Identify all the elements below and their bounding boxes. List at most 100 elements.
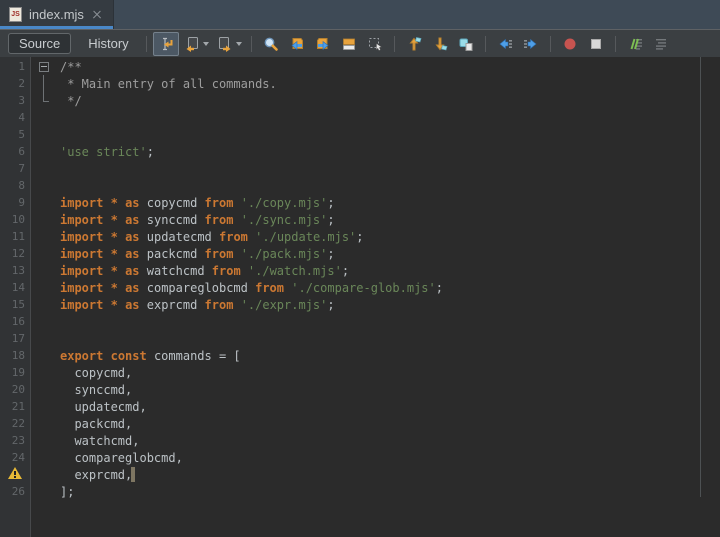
code-text[interactable]: export const commands = [: [60, 349, 241, 363]
code-line: 14import * as compareglobcmd from './com…: [0, 279, 720, 296]
code-text[interactable]: compareglobcmd,: [60, 451, 183, 465]
line-number: 4: [0, 111, 30, 124]
code-text[interactable]: */: [60, 94, 82, 108]
start-macro-recording-button[interactable]: [557, 32, 583, 56]
shift-right-button[interactable]: [518, 32, 544, 56]
next-bookmark-button[interactable]: [427, 32, 453, 56]
fold-margin: [30, 449, 60, 466]
comment-button[interactable]: [622, 32, 648, 56]
line-number: 21: [0, 400, 30, 413]
code-lines: 1/**2 * Main entry of all commands.3 */4…: [0, 58, 720, 500]
jump-last-edit-button[interactable]: [153, 32, 179, 56]
find-selection-icon: [263, 36, 279, 52]
fold-margin: [30, 415, 60, 432]
line-number: 16: [0, 315, 30, 328]
line-number: 26: [0, 485, 30, 498]
code-text[interactable]: import * as watchcmd from './watch.mjs';: [60, 264, 349, 278]
code-text[interactable]: * Main entry of all commands.: [60, 77, 277, 91]
code-line: 7: [0, 160, 720, 177]
code-line: 5: [0, 126, 720, 143]
code-text[interactable]: import * as updatecmd from './update.mjs…: [60, 230, 364, 244]
code-text[interactable]: import * as compareglobcmd from './compa…: [60, 281, 443, 295]
find-next-button[interactable]: [310, 32, 336, 56]
stop-macro-recording-button[interactable]: [583, 32, 609, 56]
code-text[interactable]: import * as exprcmd from './expr.mjs';: [60, 298, 335, 312]
code-text[interactable]: import * as copycmd from './copy.mjs';: [60, 196, 335, 210]
code-text[interactable]: packcmd,: [60, 417, 132, 431]
rectangular-selection-button[interactable]: [362, 32, 388, 56]
fold-margin: [30, 228, 60, 245]
code-editor[interactable]: 1/**2 * Main entry of all commands.3 */4…: [0, 57, 720, 537]
code-line: 16: [0, 313, 720, 330]
code-line: 3 */: [0, 92, 720, 109]
toolbar-separator: [615, 36, 616, 52]
editor-toolbar: Source History: [0, 29, 720, 58]
forward-dropdown-icon[interactable]: [236, 42, 242, 46]
find-selection-button[interactable]: [258, 32, 284, 56]
toggle-highlight-search-icon: [341, 36, 357, 52]
previous-bookmark-button[interactable]: [401, 32, 427, 56]
js-file-icon: JS: [9, 7, 22, 22]
fold-margin: [30, 126, 60, 143]
toolbar-separator: [485, 36, 486, 52]
forward-button[interactable]: [212, 32, 238, 56]
warning-icon[interactable]: [8, 467, 22, 479]
line-number: 13: [0, 264, 30, 277]
back-dropdown-icon[interactable]: [203, 42, 209, 46]
code-text[interactable]: synccmd,: [60, 383, 132, 397]
uncomment-button[interactable]: [648, 32, 674, 56]
code-text[interactable]: import * as packcmd from './pack.mjs';: [60, 247, 335, 261]
code-line: 22 packcmd,: [0, 415, 720, 432]
line-number: 9: [0, 196, 30, 209]
toolbar-separator: [146, 36, 147, 52]
toggle-bookmark-button[interactable]: [453, 32, 479, 56]
source-view-button[interactable]: Source: [8, 33, 71, 54]
uncomment-icon: [653, 36, 669, 52]
fold-margin: [30, 466, 60, 483]
fold-margin: [30, 347, 60, 364]
shift-right-icon: [523, 36, 539, 52]
code-line: 10import * as synccmd from './sync.mjs';: [0, 211, 720, 228]
fold-margin: [30, 483, 60, 500]
history-view-button[interactable]: History: [77, 33, 139, 54]
fold-margin: [30, 211, 60, 228]
toggle-highlight-search-button[interactable]: [336, 32, 362, 56]
tab-index-mjs[interactable]: JS index.mjs: [0, 0, 114, 29]
line-number: 3: [0, 94, 30, 107]
fold-margin: [30, 109, 60, 126]
code-line: 1/**: [0, 58, 720, 75]
back-button[interactable]: [179, 32, 205, 56]
find-next-icon: [315, 36, 331, 52]
fold-toggle-icon[interactable]: [30, 58, 60, 75]
toolbar-separator: [394, 36, 395, 52]
line-number: 12: [0, 247, 30, 260]
code-line: 13 import * as watchcmd from './watch.mjs…: [0, 262, 720, 279]
jump-last-edit-icon: [158, 36, 174, 52]
fold-margin: [30, 296, 60, 313]
line-number: 22: [0, 417, 30, 430]
line-number: 5: [0, 128, 30, 141]
next-bookmark-icon: [432, 36, 448, 52]
code-line: 6'use strict';: [0, 143, 720, 160]
code-text[interactable]: copycmd,: [60, 366, 132, 380]
find-previous-button[interactable]: [284, 32, 310, 56]
shift-left-button[interactable]: [492, 32, 518, 56]
forward-icon: [217, 36, 233, 52]
code-text[interactable]: exprcmd,: [60, 467, 135, 482]
text-caret: [131, 467, 135, 482]
code-text[interactable]: updatecmd,: [60, 400, 147, 414]
rectangular-selection-icon: [367, 36, 383, 52]
code-text[interactable]: watchcmd,: [60, 434, 139, 448]
code-text[interactable]: /**: [60, 60, 82, 74]
fold-margin: [30, 75, 60, 92]
close-icon[interactable]: [91, 9, 103, 21]
code-text[interactable]: ];: [60, 485, 74, 499]
code-text[interactable]: import * as synccmd from './sync.mjs';: [60, 213, 335, 227]
toolbar-icons: [140, 32, 674, 56]
code-line: 12 import * as packcmd from './pack.mjs';: [0, 245, 720, 262]
code-line: 9 import * as copycmd from './copy.mjs';: [0, 194, 720, 211]
code-line: 20 synccmd,: [0, 381, 720, 398]
toolbar-separator: [251, 36, 252, 52]
find-previous-icon: [289, 36, 305, 52]
code-text[interactable]: 'use strict';: [60, 145, 154, 159]
